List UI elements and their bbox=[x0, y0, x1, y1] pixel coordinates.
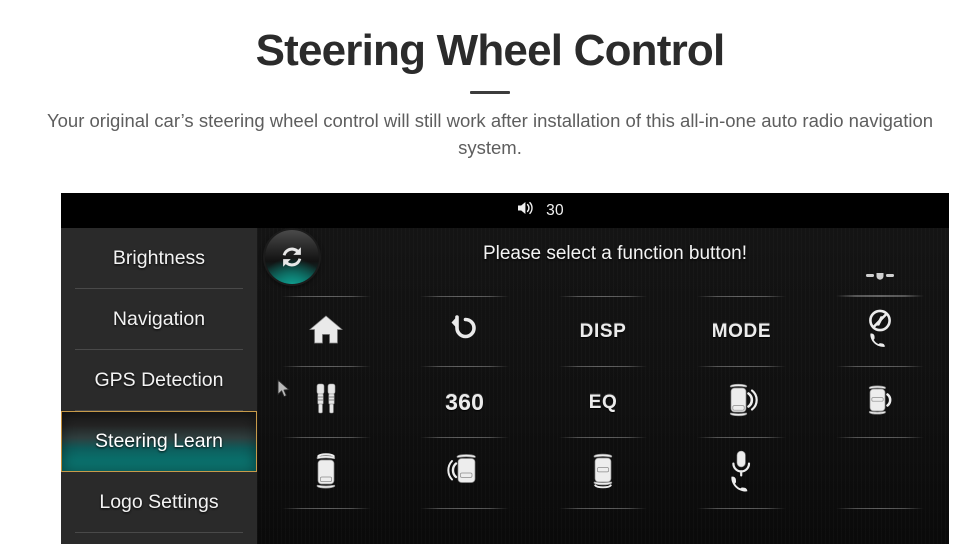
panel-title: Please select a function button! bbox=[482, 243, 748, 264]
home-icon bbox=[309, 314, 344, 350]
function-cell-360[interactable]: 360 bbox=[395, 367, 533, 438]
phone-hangup-icon bbox=[864, 308, 896, 355]
speaker-icon bbox=[516, 200, 535, 221]
function-label-disp: DISP bbox=[579, 320, 627, 342]
hero-subtitle: Your original car’s steering wheel contr… bbox=[46, 110, 934, 158]
sidebar-item-gps-detection[interactable]: GPS Detection bbox=[61, 350, 257, 411]
function-cell-car-volume-down[interactable] bbox=[811, 367, 949, 438]
sidebar-item-steering-learn[interactable]: Steering Learn bbox=[61, 411, 257, 472]
function-row-1: DISP MODE bbox=[257, 296, 949, 367]
function-cell-empty bbox=[811, 438, 949, 509]
function-cell-empty bbox=[672, 266, 810, 296]
function-cell-disp[interactable]: DISP bbox=[534, 296, 672, 367]
function-cell-empty bbox=[257, 266, 395, 296]
car-side-left-icon bbox=[445, 454, 485, 493]
car-top-clipped-icon bbox=[863, 272, 897, 290]
sidebar-item-label: Logo Settings bbox=[99, 491, 219, 513]
function-label-mode: MODE bbox=[711, 320, 772, 342]
function-row-2: 360 EQ bbox=[257, 367, 949, 438]
title-divider bbox=[470, 91, 510, 95]
page-root: Steering Wheel Control Your original car… bbox=[0, 0, 980, 544]
hero-section: Steering Wheel Control Your original car… bbox=[0, 0, 980, 161]
volume-indicator: 30 bbox=[516, 200, 564, 221]
function-cell-phone-hangup[interactable] bbox=[811, 296, 949, 367]
sidebar-item-label: Brightness bbox=[112, 247, 206, 269]
voice-call-mic-icon bbox=[726, 449, 756, 498]
device-body: Brightness Navigation GPS Detection Stee… bbox=[61, 228, 949, 544]
function-cell-car-seek-down[interactable] bbox=[534, 438, 672, 509]
function-cell-car-seek-up[interactable] bbox=[257, 438, 395, 509]
function-cell-car-top-clipped[interactable] bbox=[811, 266, 949, 296]
sidebar-item-label: Navigation bbox=[112, 308, 206, 330]
status-bar: 30 bbox=[61, 193, 949, 228]
function-cell-mode[interactable]: MODE bbox=[672, 296, 810, 367]
function-cell-eq[interactable]: EQ bbox=[534, 367, 672, 438]
back-arrow-icon bbox=[448, 313, 482, 350]
function-label-360: 360 bbox=[445, 389, 485, 415]
sidebar-item-label: Steering Learn bbox=[95, 430, 223, 452]
settings-sidebar: Brightness Navigation GPS Detection Stee… bbox=[61, 228, 257, 544]
function-cell-empty bbox=[534, 266, 672, 296]
audio-jacks-icon bbox=[310, 382, 342, 423]
sidebar-item-navigation[interactable]: Navigation bbox=[61, 289, 257, 350]
function-cell-car-volume-up[interactable] bbox=[672, 367, 810, 438]
function-cell-audio-jacks[interactable] bbox=[257, 367, 395, 438]
car-volume-down-icon bbox=[861, 383, 899, 422]
function-panel: Please select a function button! DISP MO… bbox=[257, 228, 949, 544]
volume-value: 30 bbox=[546, 201, 564, 219]
function-row-3 bbox=[257, 438, 949, 509]
sidebar-item-brightness[interactable]: Brightness bbox=[61, 228, 257, 289]
head-unit-screen: 30 Brightness Navigation GPS Detection S… bbox=[61, 193, 949, 544]
car-seek-up-icon bbox=[309, 452, 343, 495]
function-row-partial bbox=[257, 266, 949, 296]
function-cell-home[interactable] bbox=[257, 296, 395, 367]
function-cell-voice-call[interactable] bbox=[672, 438, 810, 509]
function-label-eq: EQ bbox=[588, 391, 618, 413]
function-cell-empty bbox=[395, 266, 533, 296]
function-cell-back[interactable] bbox=[395, 296, 533, 367]
page-title: Steering Wheel Control bbox=[255, 26, 726, 75]
function-cell-car-side-left[interactable] bbox=[395, 438, 533, 509]
sidebar-item-label: GPS Detection bbox=[94, 369, 224, 391]
car-volume-up-icon bbox=[721, 381, 761, 424]
function-button-grid: DISP MODE 360 EQ bbox=[257, 266, 949, 530]
sidebar-item-logo-settings[interactable]: Logo Settings bbox=[61, 472, 257, 533]
car-seek-down-icon bbox=[586, 452, 620, 495]
